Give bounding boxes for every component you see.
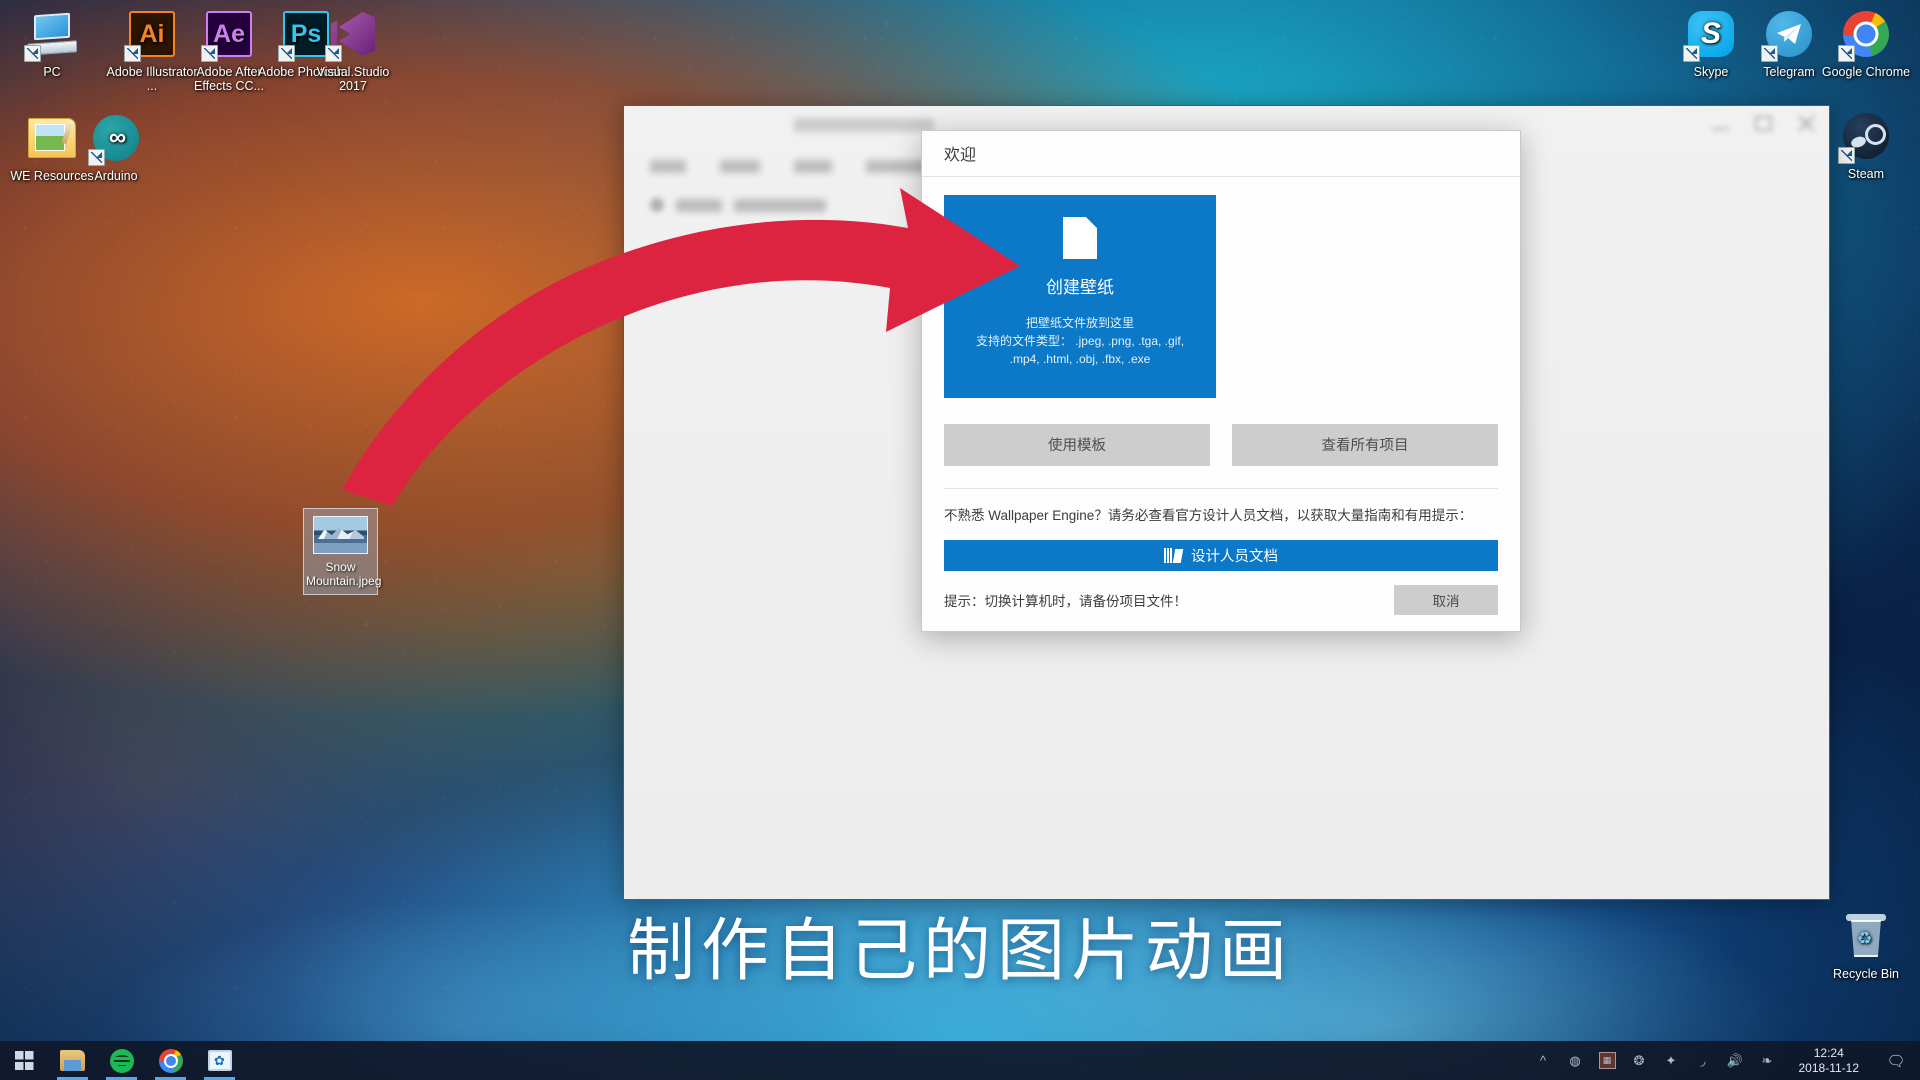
file-explorer-icon bbox=[60, 1050, 85, 1071]
breadcrumb-icon-blurred bbox=[650, 198, 664, 212]
start-button[interactable] bbox=[0, 1041, 48, 1080]
menu-item-blurred[interactable] bbox=[794, 160, 832, 173]
windows-taskbar[interactable]: ✿ ^ ◍ ▦ ❂ ✦ ◞ 🔊 ❧ 12:24 2018-11-12 🗨 bbox=[0, 1041, 1920, 1080]
window-title-blurred bbox=[794, 118, 934, 132]
shortcut-badge-icon bbox=[278, 45, 295, 62]
desktop-file-snow-mountain[interactable]: Snow Mountain.jpeg bbox=[303, 508, 382, 595]
dialog-body: 创建壁纸 把壁纸文件放到这里 支持的文件类型： .jpeg, .png, .tg… bbox=[922, 177, 1520, 489]
document-icon bbox=[1063, 216, 1097, 259]
menu-item-blurred[interactable] bbox=[720, 160, 760, 173]
desktop-icon-label: Google Chrome bbox=[1821, 65, 1911, 79]
docs-button-label: 设计人员文档 bbox=[1191, 548, 1278, 565]
shortcut-badge-icon bbox=[1761, 45, 1778, 62]
bluetooth-icon[interactable]: ❧ bbox=[1759, 1052, 1776, 1069]
clock-time: 12:24 bbox=[1813, 1045, 1844, 1060]
paper-plane-icon bbox=[1777, 24, 1801, 44]
supported-types-line-2: .mp4, .html, .obj, .fbx, .exe bbox=[1009, 351, 1151, 366]
docs-hint-text: 不熟悉 Wallpaper Engine？请务必查看官方设计人员文档，以获取大量… bbox=[944, 507, 1473, 523]
desktop-icon-label: PC bbox=[43, 65, 61, 79]
clock-date: 2018-11-12 bbox=[1798, 1060, 1860, 1075]
desktop-icon-label: Visual Studio 2017 bbox=[316, 65, 390, 93]
adobe-after-effects-icon: Ae bbox=[201, 8, 255, 62]
desktop-icon-arduino[interactable]: ∞ Arduino bbox=[68, 112, 164, 183]
footer-tip-text: 提示：切换计算机时，请备份项目文件！ bbox=[944, 594, 1187, 609]
shortcut-badge-icon bbox=[201, 45, 218, 62]
create-row: 创建壁纸 把壁纸文件放到这里 支持的文件类型： .jpeg, .png, .tg… bbox=[944, 194, 1498, 398]
chevron-up-icon[interactable]: ^ bbox=[1535, 1052, 1552, 1069]
shortcut-badge-icon bbox=[1838, 45, 1855, 62]
desktop-icon-label: Steam bbox=[1847, 167, 1885, 181]
shortcut-badge-icon bbox=[124, 45, 141, 62]
desktop-icon-visual-studio[interactable]: Visual Studio 2017 bbox=[305, 8, 401, 93]
steam-tray-icon[interactable]: ◍ bbox=[1567, 1052, 1584, 1069]
pc-icon bbox=[24, 8, 78, 62]
file-label: Snow Mountain.jpeg bbox=[306, 560, 382, 588]
chrome-icon bbox=[158, 1048, 183, 1073]
use-template-button[interactable]: 使用模板 bbox=[944, 423, 1210, 466]
visual-studio-icon bbox=[325, 8, 379, 62]
shortcut-badge-icon bbox=[1683, 45, 1700, 62]
create-wallpaper-title: 创建壁纸 bbox=[1046, 277, 1114, 297]
action-center-icon[interactable]: 🗨 bbox=[1882, 1041, 1910, 1080]
breadcrumb-item-blurred[interactable] bbox=[734, 198, 826, 212]
menu-item-blurred[interactable] bbox=[866, 160, 928, 173]
create-row-spacer bbox=[1216, 195, 1498, 398]
taskbar-item-file-explorer[interactable] bbox=[48, 1041, 97, 1080]
window-breadcrumb-row[interactable] bbox=[650, 198, 826, 212]
create-wallpaper-dropzone[interactable]: 创建壁纸 把壁纸文件放到这里 支持的文件类型： .jpeg, .png, .tg… bbox=[944, 194, 1216, 398]
taskbar-item-google-chrome[interactable] bbox=[146, 1041, 195, 1080]
screen-tray-icon[interactable]: ▦ bbox=[1598, 1052, 1616, 1069]
wallpaper-engine-icon: ✿ bbox=[207, 1050, 232, 1071]
dialog-title: 欢迎 bbox=[944, 147, 977, 165]
close-button[interactable] bbox=[1798, 116, 1815, 133]
chrome-icon bbox=[1838, 8, 1892, 62]
taskbar-item-spotify[interactable] bbox=[97, 1041, 146, 1080]
file-thumbnail bbox=[313, 516, 368, 554]
desktop-icon-google-chrome[interactable]: Google Chrome bbox=[1818, 8, 1914, 79]
minimize-button[interactable] bbox=[1712, 116, 1729, 133]
designer-documentation-button[interactable]: 设计人员文档 bbox=[944, 539, 1498, 571]
desktop-icon-label: Arduino bbox=[94, 169, 138, 183]
telegram-icon bbox=[1761, 8, 1815, 62]
steam-icon bbox=[1838, 110, 1892, 164]
book-icon bbox=[1164, 547, 1182, 563]
shortcut-badge-icon bbox=[24, 45, 41, 62]
window-controls[interactable] bbox=[1712, 116, 1815, 133]
desktop-icon-steam[interactable]: Steam bbox=[1818, 110, 1914, 181]
create-wallpaper-hints: 把壁纸文件放到这里 支持的文件类型： .jpeg, .png, .tga, .g… bbox=[966, 314, 1194, 368]
shortcut-badge-icon bbox=[1838, 147, 1855, 164]
arduino-icon: ∞ bbox=[88, 112, 142, 166]
dropbox-tray-icon[interactable]: ✦ bbox=[1663, 1052, 1680, 1069]
volume-icon[interactable]: 🔊 bbox=[1727, 1052, 1744, 1069]
breadcrumb-item-blurred[interactable] bbox=[676, 198, 722, 212]
dialog-footer: 提示：切换计算机时，请备份项目文件！ 取消 bbox=[922, 571, 1520, 631]
taskbar-item-wallpaper-engine[interactable]: ✿ bbox=[195, 1041, 244, 1080]
wifi-icon[interactable]: ◞ bbox=[1695, 1052, 1712, 1069]
dialog-header: 欢迎 bbox=[922, 131, 1520, 177]
spotify-icon bbox=[109, 1048, 134, 1073]
shortcut-badge-icon bbox=[325, 45, 342, 62]
supported-types-line-1: 支持的文件类型： .jpeg, .png, .tga, .gif, bbox=[975, 333, 1185, 348]
menu-item-blurred[interactable] bbox=[650, 160, 686, 173]
maximize-button[interactable] bbox=[1755, 116, 1772, 133]
view-all-projects-button[interactable]: 查看所有项目 bbox=[1232, 423, 1498, 466]
wallpaper-engine-tray-icon[interactable]: ❂ bbox=[1631, 1052, 1648, 1069]
dialog-action-buttons: 使用模板 查看所有项目 bbox=[944, 423, 1498, 466]
adobe-illustrator-icon: Ai bbox=[124, 8, 178, 62]
welcome-dialog[interactable]: 欢迎 创建壁纸 把壁纸文件放到这里 支持的文件类型： .jpeg, .png, … bbox=[921, 130, 1521, 632]
shortcut-badge-icon bbox=[88, 149, 105, 166]
drop-hint-text: 把壁纸文件放到这里 bbox=[1025, 315, 1134, 330]
cancel-button[interactable]: 取消 bbox=[1394, 585, 1498, 615]
windows-logo-icon bbox=[14, 1051, 34, 1070]
desktop-icon-pc[interactable]: PC bbox=[4, 8, 100, 79]
taskbar-clock[interactable]: 12:24 2018-11-12 bbox=[1791, 1046, 1868, 1076]
video-caption-text: 制作自己的图片动画 bbox=[626, 913, 1293, 989]
skype-icon: S bbox=[1683, 8, 1737, 62]
system-tray[interactable]: ^ ◍ ▦ ❂ ✦ ◞ 🔊 ❧ 12:24 2018-11-12 🗨 bbox=[1535, 1041, 1920, 1080]
